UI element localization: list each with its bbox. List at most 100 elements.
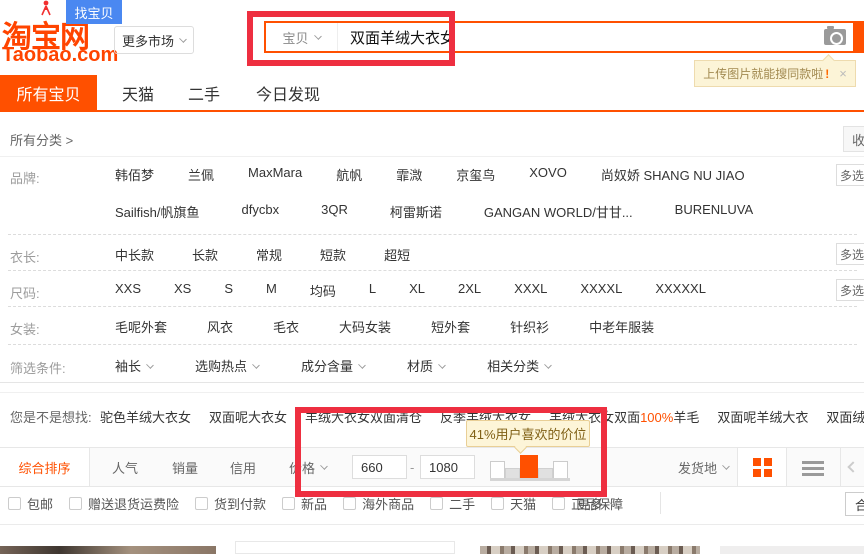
size-option[interactable]: 均码 — [310, 281, 336, 300]
brand-option[interactable]: Sailfish/帆旗鱼 — [115, 202, 200, 221]
women-option[interactable]: 中老年服装 — [589, 317, 654, 336]
camera-search-icon[interactable] — [824, 29, 846, 45]
divider — [660, 492, 661, 514]
brand-option[interactable]: 尚奴娇 SHANG NU JIAO — [601, 165, 745, 184]
size-option[interactable]: XL — [409, 281, 425, 300]
brand-option[interactable]: GANGAN WORLD/甘甘... — [484, 202, 633, 221]
length-option[interactable]: 中长款 — [115, 245, 154, 264]
brand-option[interactable]: 兰佩 — [188, 165, 214, 184]
chevron-down-icon — [146, 361, 154, 369]
checkbox-tmall[interactable]: 天猫 — [491, 494, 536, 513]
brand-option[interactable]: 霏溦 — [396, 165, 422, 184]
filter-label-conditions: 筛选条件: — [10, 358, 66, 377]
divider — [8, 344, 857, 345]
size-option[interactable]: L — [369, 281, 376, 300]
ship-from-dropdown[interactable]: 发货地 — [678, 448, 729, 486]
women-option[interactable]: 风衣 — [207, 317, 233, 336]
collapse-button[interactable]: 收 — [843, 126, 864, 152]
search-button[interactable] — [853, 21, 864, 53]
size-option[interactable]: M — [266, 281, 277, 300]
brand-option[interactable]: dfycbx — [242, 202, 280, 221]
suggest-link[interactable]: 双面绒大衣女 — [826, 407, 864, 426]
checkbox-overseas[interactable]: 海外商品 — [343, 494, 414, 513]
checkbox-return-insurance[interactable]: 赠送退货运费险 — [69, 494, 179, 513]
checkbox-icon — [8, 497, 21, 510]
size-option[interactable]: XXXXL — [580, 281, 622, 300]
search-category-dropdown[interactable]: 宝贝 — [266, 23, 338, 51]
women-option[interactable]: 针织衫 — [510, 317, 549, 336]
search-input[interactable] — [338, 23, 862, 51]
women-option[interactable]: 短外套 — [431, 317, 470, 336]
length-option[interactable]: 长款 — [192, 245, 218, 264]
tab-tmall[interactable]: 天猫 — [115, 75, 161, 110]
multi-select-size-button[interactable]: 多选 — [836, 279, 864, 301]
multi-select-brand-button[interactable]: 多选 — [836, 164, 864, 186]
women-option[interactable]: 大码女装 — [339, 317, 391, 336]
tooltip-exclamation: ! — [825, 67, 829, 81]
search-box: 宝贝 — [264, 21, 864, 53]
brand-option[interactable]: 韩佰梦 — [115, 165, 154, 184]
condition-dropdown-sleeve[interactable]: 袖长 — [115, 356, 153, 375]
sort-popularity[interactable]: 人气 — [100, 448, 150, 486]
list-view-icon[interactable] — [802, 461, 824, 479]
tab-today-discovery[interactable]: 今日发现 — [252, 75, 324, 110]
sort-sales[interactable]: 销量 — [160, 448, 210, 486]
more-filters-dropdown[interactable]: 更多 — [577, 494, 615, 513]
brand-option[interactable]: BURENLUVA — [675, 202, 754, 221]
brand-option[interactable]: MaxMara — [248, 165, 302, 184]
suggest-link[interactable]: 驼色羊绒大衣女 — [100, 407, 191, 426]
price-min-input[interactable] — [352, 455, 407, 479]
product-image[interactable] — [720, 546, 864, 554]
collapse-panel-button[interactable] — [840, 448, 864, 486]
condition-dropdown-material[interactable]: 材质 — [407, 356, 445, 375]
find-item-badge[interactable]: 找宝贝 — [66, 0, 122, 24]
sort-price-dropdown[interactable]: 价格 — [280, 448, 336, 486]
length-option[interactable]: 常规 — [256, 245, 282, 264]
brand-option[interactable]: 京玺鸟 — [456, 165, 495, 184]
women-option[interactable]: 毛呢外套 — [115, 317, 167, 336]
brand-option[interactable]: 柯雷斯诺 — [390, 202, 442, 221]
product-image[interactable] — [480, 546, 700, 554]
checkbox-free-shipping[interactable]: 包邮 — [8, 494, 53, 513]
suggest-link[interactable]: 双面呢羊绒大衣 — [717, 407, 808, 426]
checkbox-icon — [430, 497, 443, 510]
condition-dropdown-hotspot[interactable]: 选购热点 — [195, 356, 259, 375]
taobao-logo-en[interactable]: Taobao.com — [2, 44, 118, 67]
tab-all-items[interactable]: 所有宝贝 — [0, 75, 97, 110]
more-filters-label: 更多 — [577, 494, 603, 513]
size-option[interactable]: XXXL — [514, 281, 547, 300]
size-option[interactable]: XXXXXL — [655, 281, 706, 300]
brand-option[interactable]: 3QR — [321, 202, 348, 221]
length-option[interactable]: 超短 — [384, 245, 410, 264]
suggest-link[interactable]: 羊绒大衣女双面清仓 — [305, 407, 422, 426]
filter-label-length: 衣长: — [10, 247, 40, 266]
more-markets-dropdown[interactable]: 更多市场 — [114, 26, 194, 54]
checkbox-new[interactable]: 新品 — [282, 494, 327, 513]
tooltip-text: 上传图片就能搜同款啦 — [703, 65, 823, 82]
sort-composite[interactable]: 综合排序 — [0, 448, 90, 486]
size-option[interactable]: 2XL — [458, 281, 481, 300]
brand-option[interactable]: XOVO — [529, 165, 567, 184]
merge-same-items-button[interactable]: 合并 — [845, 492, 864, 516]
tab-secondhand[interactable]: 二手 — [184, 75, 224, 110]
size-option[interactable]: S — [224, 281, 233, 300]
checkbox-cod[interactable]: 货到付款 — [195, 494, 266, 513]
sort-credit[interactable]: 信用 — [218, 448, 268, 486]
product-card[interactable] — [235, 541, 455, 554]
close-icon[interactable]: × — [839, 66, 847, 81]
price-max-input[interactable] — [420, 455, 475, 479]
checkbox-icon — [69, 497, 82, 510]
length-option[interactable]: 短款 — [320, 245, 346, 264]
multi-select-length-button[interactable]: 多选 — [836, 243, 864, 265]
checkbox-secondhand[interactable]: 二手 — [430, 494, 475, 513]
size-option[interactable]: XXS — [115, 281, 141, 300]
women-option[interactable]: 毛衣 — [273, 317, 299, 336]
size-option[interactable]: XS — [174, 281, 191, 300]
breadcrumb[interactable]: 所有分类 > — [10, 130, 73, 149]
suggest-link[interactable]: 双面呢大衣女 — [209, 407, 287, 426]
condition-dropdown-composition[interactable]: 成分含量 — [301, 356, 365, 375]
product-image[interactable] — [0, 546, 216, 554]
condition-dropdown-related[interactable]: 相关分类 — [487, 356, 551, 375]
brand-option[interactable]: 航帆 — [336, 165, 362, 184]
view-grid-button[interactable] — [737, 448, 787, 486]
